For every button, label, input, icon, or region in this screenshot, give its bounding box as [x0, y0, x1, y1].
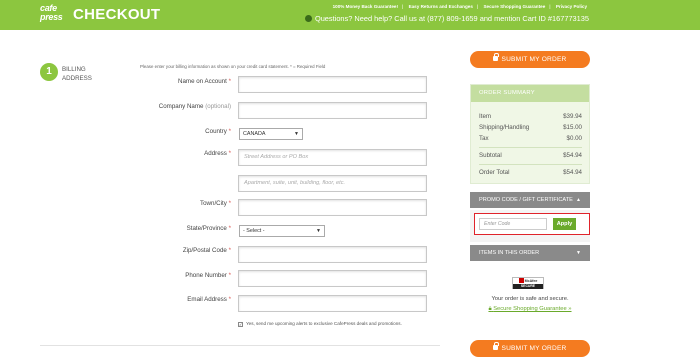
link-money-back[interactable]: 100% Money Back Guarantee!	[333, 4, 398, 9]
header-bar: cafe press CHECKOUT 100% Money Back Guar…	[0, 0, 700, 30]
lock-icon: 🔒︎	[488, 306, 492, 312]
page-title: CHECKOUT	[73, 6, 161, 23]
city-field[interactable]	[238, 199, 427, 216]
chevron-down-icon: ▼	[316, 228, 321, 234]
summary-row-item: Item $39.94	[479, 113, 582, 120]
chevron-down-icon: ▼	[294, 131, 299, 137]
summary-row-tax: Tax $0.00	[479, 135, 582, 142]
summary-row-subtotal: Subtotal $54.94	[479, 152, 582, 159]
secure-shopping-link[interactable]: 🔒︎ Secure Shopping Guarantee »	[470, 306, 590, 313]
logo-bottom: press	[40, 12, 63, 22]
summary-row-shipping: Shipping/Handling $15.00	[479, 124, 582, 131]
phone-icon	[304, 15, 312, 22]
state-select[interactable]: - Select - ▼	[239, 225, 325, 237]
step-label: BILLING ADDRESS	[62, 66, 92, 82]
email-field[interactable]	[238, 295, 427, 312]
phone-label: Phone Number *	[185, 272, 231, 279]
email-label: Email Address *	[187, 296, 231, 303]
link-easy-returns[interactable]: Easy Returns and Exchanges	[409, 4, 473, 9]
help-line: Questions? Need help? Call us at (877) 8…	[304, 14, 589, 23]
divider	[40, 345, 440, 346]
items-toggle[interactable]: ITEMS IN THIS ORDER ▼	[470, 245, 590, 261]
company-label: Company Name (optional)	[158, 103, 231, 110]
step-number: 1	[40, 63, 58, 81]
address-label: Address *	[204, 150, 231, 157]
name-label: Name on Account *	[178, 78, 231, 85]
lock-icon	[493, 342, 499, 350]
order-summary-title: ORDER SUMMARY	[471, 85, 589, 102]
address2-field[interactable]: Apartment, suite, unit, building, floor,…	[238, 175, 427, 192]
submit-order-button-top[interactable]: SUBMIT MY ORDER	[470, 51, 590, 68]
state-label: State/Province *	[186, 225, 231, 232]
company-field[interactable]	[238, 102, 427, 119]
promo-code-toggle[interactable]: PROMO CODE / GIFT CERTIFICATE ▲	[470, 192, 590, 208]
zip-label: Zip/Postal Code *	[182, 247, 231, 254]
country-select[interactable]: CANADA ▼	[239, 128, 303, 140]
country-label: Country *	[205, 128, 231, 135]
header-links: 100% Money Back Guarantee! | Easy Returns…	[332, 4, 587, 9]
summary-divider	[479, 147, 582, 148]
order-summary: ORDER SUMMARY Item $39.94 Shipping/Handli…	[470, 84, 590, 184]
opt-in-label: Yes, send me upcoming alerts to exclusiv…	[246, 321, 402, 326]
lock-icon	[493, 53, 499, 61]
opt-in-checkbox[interactable]: ✓	[238, 322, 243, 327]
summary-row-total: Order Total $54.94	[479, 169, 582, 176]
chevron-up-icon: ▲	[576, 197, 581, 203]
chevron-down-icon: ▼	[576, 250, 581, 256]
link-privacy-policy[interactable]: Privacy Policy	[556, 4, 587, 9]
city-label: Town/City *	[200, 200, 231, 207]
help-text: Questions? Need help? Call us at (877) 8…	[314, 14, 589, 23]
link-secure-shopping[interactable]: Secure Shopping Guarantee	[483, 4, 545, 9]
mcafee-shield-icon	[518, 278, 524, 283]
form-intro: Please enter your billing information as…	[140, 64, 326, 69]
mcafee-secure-badge[interactable]: McAfee SECURE	[512, 277, 544, 289]
address1-field[interactable]: Street Address or PO Box	[238, 149, 427, 166]
summary-divider	[479, 164, 582, 165]
cafepress-logo[interactable]: cafe press	[40, 4, 70, 26]
zip-field[interactable]	[238, 246, 427, 263]
name-field[interactable]	[238, 76, 427, 93]
submit-order-button-bottom[interactable]: SUBMIT MY ORDER	[470, 340, 590, 357]
apply-button[interactable]: Apply	[553, 218, 576, 230]
promo-code-input[interactable]: Enter Code	[479, 218, 547, 230]
safe-secure-text: Your order is safe and secure.	[491, 296, 569, 302]
phone-field[interactable]	[238, 270, 427, 287]
